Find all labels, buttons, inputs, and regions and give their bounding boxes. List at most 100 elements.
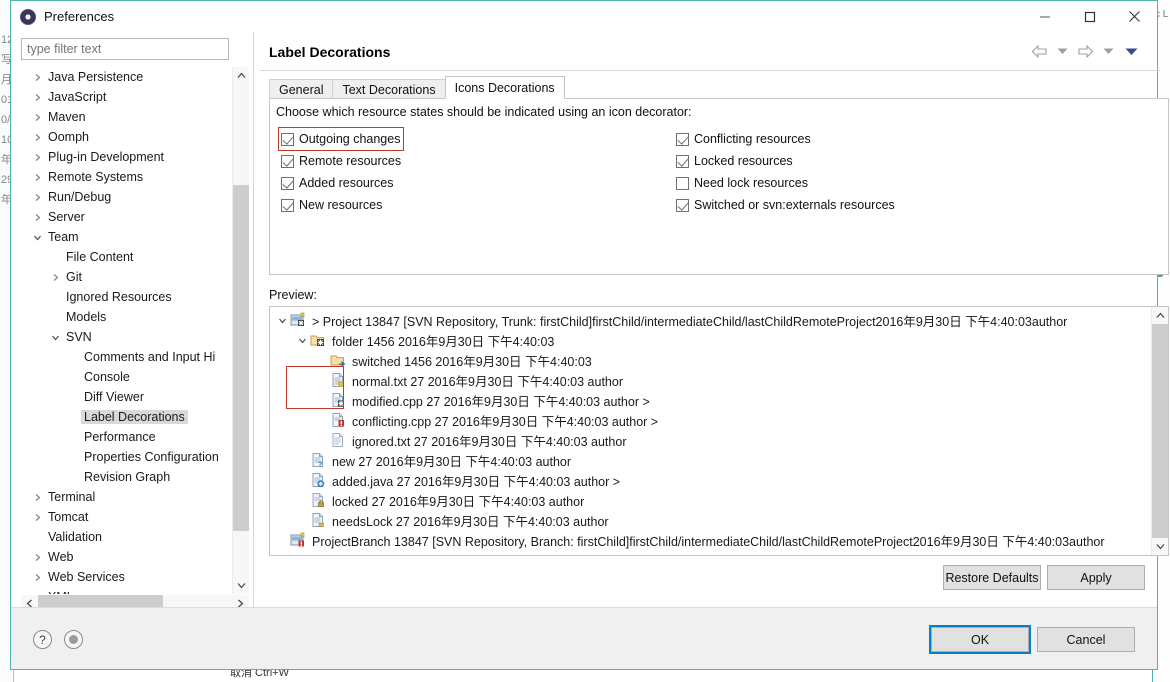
close-button[interactable] (1112, 1, 1157, 32)
chevron-right-icon[interactable] (29, 153, 45, 162)
tab-text-decorations[interactable]: Text Decorations (332, 79, 446, 99)
arrow-right-icon[interactable] (1075, 41, 1095, 61)
sidebar-item-maven[interactable]: Maven (21, 107, 229, 127)
scroll-up-button[interactable] (233, 67, 249, 84)
sidebar-item-oomph[interactable]: Oomph (21, 127, 229, 147)
tree-vertical-scrollbar[interactable] (232, 67, 249, 594)
checkbox-checked-icon[interactable] (281, 198, 294, 212)
arrow-left-icon[interactable] (1029, 41, 1049, 61)
question-mark-icon[interactable]: ? (33, 630, 52, 649)
preview-scroll-up-button[interactable] (1152, 307, 1168, 324)
preview-row[interactable]: folder 1456 2016年9月30日 下午4:40:03 (270, 330, 1151, 350)
sidebar-item-terminal[interactable]: Terminal (21, 487, 229, 507)
preview-scroll-thumb[interactable] (1152, 324, 1168, 538)
checkbox-unchecked-icon[interactable] (676, 176, 689, 190)
forward-chevron-down-icon[interactable] (1098, 41, 1118, 61)
chevron-down-icon[interactable] (47, 333, 63, 342)
back-chevron-down-icon[interactable] (1052, 41, 1072, 61)
chevron-right-icon[interactable] (29, 593, 45, 594)
sidebar-item-tomcat[interactable]: Tomcat (21, 507, 229, 527)
checkbox-switched-or-svn-externals-resources[interactable]: Switched or svn:externals resources (674, 194, 897, 216)
sidebar-item-javascript[interactable]: JavaScript (21, 87, 229, 107)
sidebar-item-diff-viewer[interactable]: Diff Viewer (21, 387, 229, 407)
chevron-down-icon[interactable] (295, 336, 310, 345)
restore-defaults-button[interactable]: Restore Defaults (943, 565, 1041, 590)
checkbox-remote-resources[interactable]: Remote resources (279, 150, 403, 172)
sidebar-item-plug-in-development[interactable]: Plug-in Development (21, 147, 229, 167)
preview-row[interactable]: > Project 13847 [SVN Repository, Trunk: … (270, 310, 1151, 330)
preview-row[interactable]: ProjectBranch 13847 [SVN Repository, Bra… (270, 530, 1151, 550)
sidebar-item-comments-and-input-hi[interactable]: Comments and Input Hi (21, 347, 229, 367)
circle-filled-icon[interactable] (64, 630, 83, 649)
preview-vertical-scrollbar[interactable] (1151, 307, 1168, 555)
checkbox-checked-icon[interactable] (676, 154, 689, 168)
sidebar-item-models[interactable]: Models (21, 307, 229, 327)
filter-input[interactable] (21, 38, 229, 60)
chevron-down-icon[interactable] (275, 316, 290, 325)
apply-button[interactable]: Apply (1047, 565, 1145, 590)
chevron-right-icon[interactable] (29, 573, 45, 582)
sidebar-item-validation[interactable]: Validation (21, 527, 229, 547)
sidebar-item-server[interactable]: Server (21, 207, 229, 227)
sidebar-item-console[interactable]: Console (21, 367, 229, 387)
checkbox-checked-icon[interactable] (281, 154, 294, 168)
sidebar-item-java-persistence[interactable]: Java Persistence (21, 67, 229, 87)
sidebar-item-remote-systems[interactable]: Remote Systems (21, 167, 229, 187)
preview-row[interactable]: needsLock 27 2016年9月30日 下午4:40:03 author (270, 510, 1151, 530)
preview-scroll-down-button[interactable] (1152, 538, 1168, 555)
chevron-right-icon[interactable] (29, 213, 45, 222)
checkbox-outgoing-changes[interactable]: Outgoing changes (277, 127, 405, 151)
chevron-right-icon[interactable] (29, 553, 45, 562)
sidebar-item-performance[interactable]: Performance (21, 427, 229, 447)
checkbox-locked-resources[interactable]: Locked resources (674, 150, 897, 172)
chevron-down-filled-icon[interactable] (1121, 41, 1141, 61)
checkbox-checked-icon[interactable] (281, 176, 294, 190)
sidebar-item-run-debug[interactable]: Run/Debug (21, 187, 229, 207)
chevron-right-icon[interactable] (29, 73, 45, 82)
tree-scroll-thumb[interactable] (233, 185, 249, 531)
preview-row[interactable]: modified.cpp 27 2016年9月30日 下午4:40:03 aut… (270, 390, 1151, 410)
chevron-down-icon[interactable] (29, 233, 45, 242)
chevron-right-icon[interactable] (29, 133, 45, 142)
chevron-right-icon[interactable] (29, 173, 45, 182)
sidebar-item-file-content[interactable]: File Content (21, 247, 229, 267)
maximize-button[interactable] (1067, 1, 1112, 32)
cancel-button[interactable]: Cancel (1037, 627, 1135, 652)
checkbox-checked-icon[interactable] (676, 198, 689, 212)
preview-row[interactable]: normal.txt 27 2016年9月30日 下午4:40:03 autho… (270, 370, 1151, 390)
preview-row[interactable]: ignored.txt 27 2016年9月30日 下午4:40:03 auth… (270, 430, 1151, 450)
sidebar-item-label-decorations[interactable]: Label Decorations (21, 407, 229, 427)
sidebar-item-web-services[interactable]: Web Services (21, 567, 229, 587)
preview-row[interactable]: added.java 27 2016年9月30日 下午4:40:03 autho… (270, 470, 1151, 490)
tab-icons-decorations[interactable]: Icons Decorations (444, 76, 565, 99)
preview-row[interactable]: locked 27 2016年9月30日 下午4:40:03 author (270, 490, 1151, 510)
checkbox-conflicting-resources[interactable]: Conflicting resources (674, 128, 897, 150)
sidebar-item-team[interactable]: Team (21, 227, 229, 247)
scroll-down-button[interactable] (233, 577, 249, 594)
chevron-right-icon[interactable] (29, 93, 45, 102)
sidebar-item-ignored-resources[interactable]: Ignored Resources (21, 287, 229, 307)
sidebar-item-git[interactable]: Git (21, 267, 229, 287)
checkbox-added-resources[interactable]: Added resources (279, 172, 403, 194)
tab-general[interactable]: General (269, 79, 334, 99)
chevron-right-icon[interactable] (29, 513, 45, 522)
chevron-right-icon[interactable] (47, 273, 63, 282)
chevron-right-icon[interactable] (29, 113, 45, 122)
sidebar-item-revision-graph[interactable]: Revision Graph (21, 467, 229, 487)
sidebar-item-web[interactable]: Web (21, 547, 229, 567)
checkbox-checked-icon[interactable] (281, 132, 294, 146)
preview-row-label: locked 27 2016年9月30日 下午4:40:03 author (332, 494, 585, 509)
sidebar-item-xml[interactable]: XML (21, 587, 229, 594)
preview-row[interactable]: conflicting.cpp 27 2016年9月30日 下午4:40:03 … (270, 410, 1151, 430)
sidebar-item-properties-configuration[interactable]: Properties Configuration (21, 447, 229, 467)
sidebar-item-svn[interactable]: SVN (21, 327, 229, 347)
chevron-right-icon[interactable] (29, 193, 45, 202)
chevron-right-icon[interactable] (29, 493, 45, 502)
preview-row[interactable]: ? new 27 2016年9月30日 下午4:40:03 author (270, 450, 1151, 470)
checkbox-checked-icon[interactable] (676, 132, 689, 146)
checkbox-need-lock-resources[interactable]: Need lock resources (674, 172, 897, 194)
ok-button[interactable]: OK (929, 625, 1031, 654)
minimize-button[interactable] (1022, 1, 1067, 32)
checkbox-new-resources[interactable]: New resources (279, 194, 403, 216)
preview-row[interactable]: switched 1456 2016年9月30日 下午4:40:03 (270, 350, 1151, 370)
